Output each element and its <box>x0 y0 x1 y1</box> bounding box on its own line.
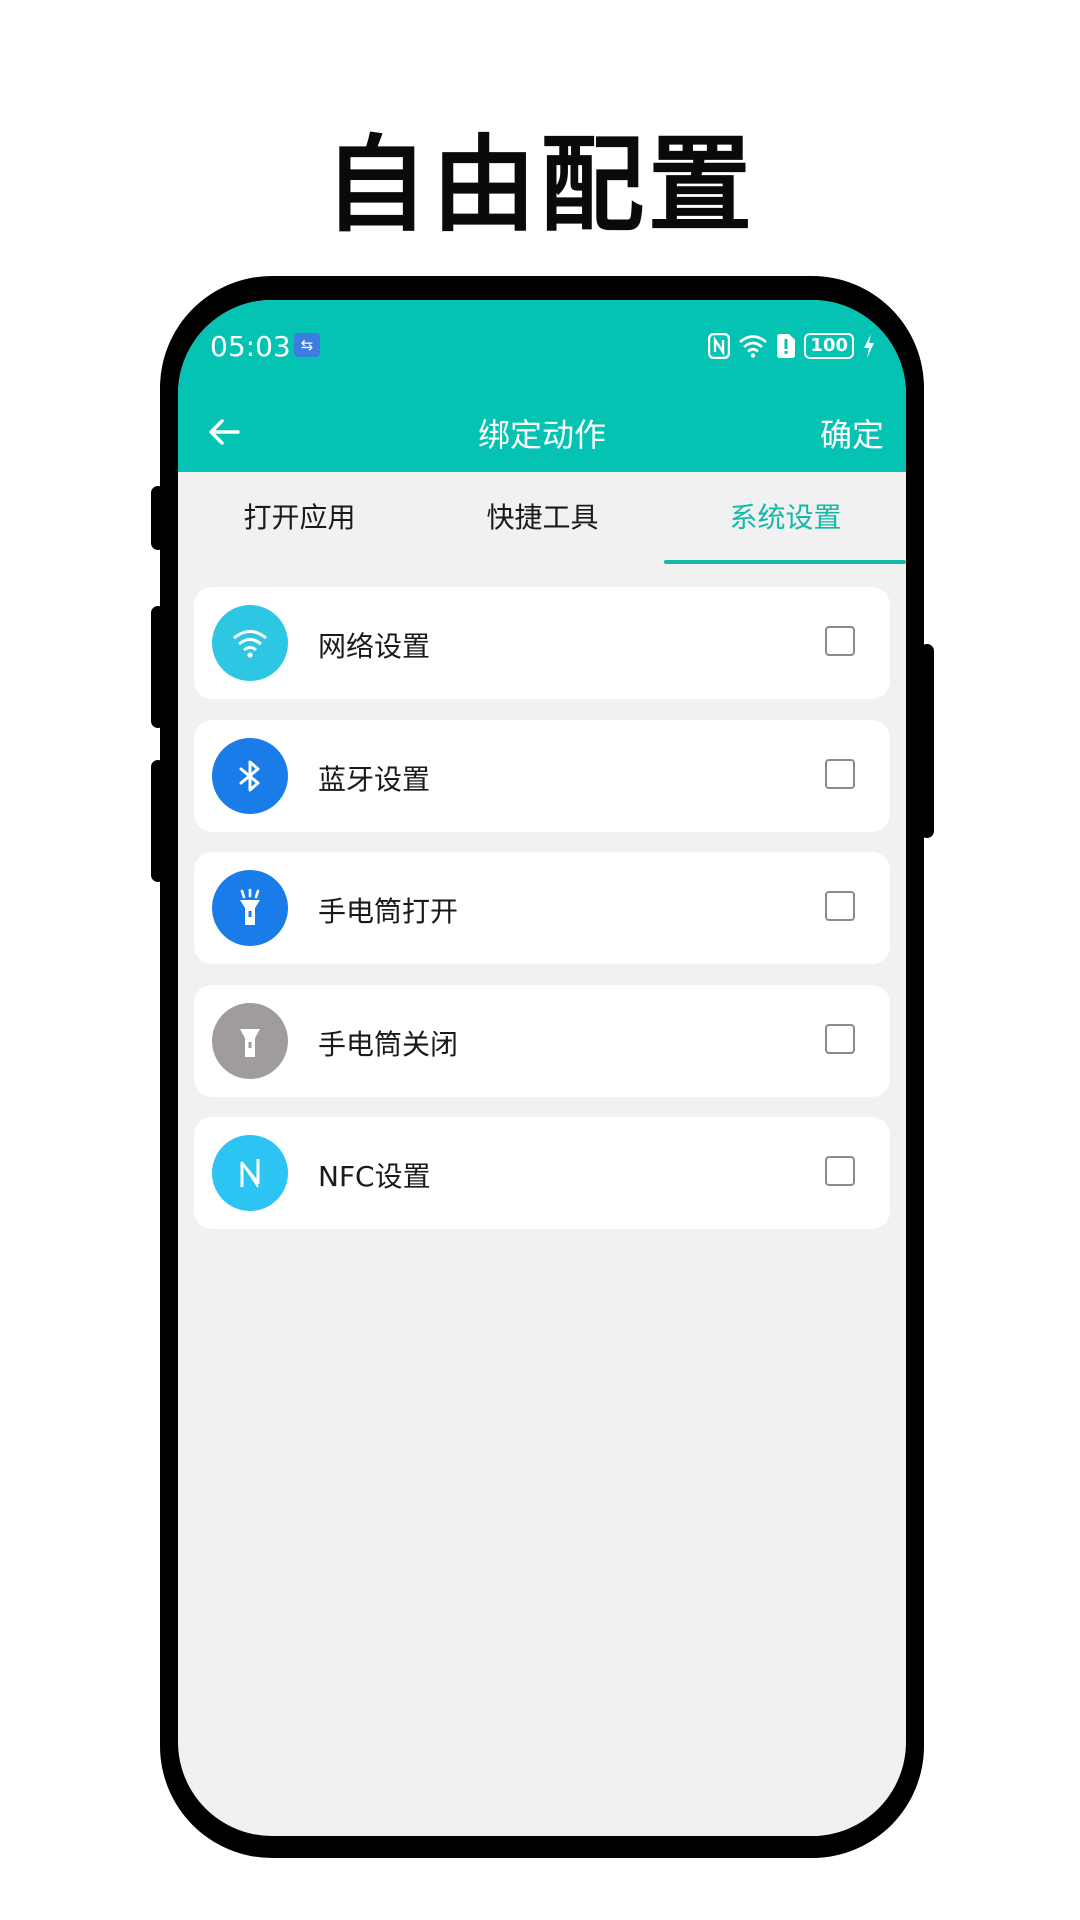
wifi-icon <box>212 605 288 681</box>
list-item-label: 手电筒关闭 <box>318 1028 459 1061</box>
battery-icon: 100 <box>804 333 854 359</box>
list-item-label: 手电筒打开 <box>318 895 459 928</box>
tab-bar: 打开应用 快捷工具 系统设置 <box>178 472 906 566</box>
status-bar: 05:03 ⇆ 100 <box>178 300 906 392</box>
page-headline: 自由配置 <box>323 124 756 246</box>
charging-icon <box>864 334 874 358</box>
tab-open-app[interactable]: 打开应用 <box>178 496 421 536</box>
header: 05:03 ⇆ 100 绑定动作 确定 <box>178 300 906 472</box>
flashlight-off-icon <box>212 1003 288 1079</box>
checkbox[interactable] <box>825 1024 855 1054</box>
list-item-flashlight-on[interactable]: 手电筒打开 <box>194 852 890 964</box>
list-item-label: NFC设置 <box>318 1160 431 1193</box>
usb-icon: ⇆ <box>294 333 320 357</box>
nfc-icon <box>212 1135 288 1211</box>
list-item-label: 蓝牙设置 <box>318 763 431 796</box>
tab-system-settings[interactable]: 系统设置 <box>664 496 906 536</box>
page-title: 绑定动作 <box>477 416 606 454</box>
checkbox[interactable] <box>825 1156 855 1186</box>
list-item-network-settings[interactable]: 网络设置 <box>194 587 890 699</box>
sim-alert-icon <box>777 334 796 358</box>
list-item-bluetooth-settings[interactable]: 蓝牙设置 <box>194 720 890 832</box>
wifi-status-icon <box>739 335 768 358</box>
list-item-nfc-settings[interactable]: NFC设置 <box>194 1117 890 1229</box>
status-icons: 100 <box>708 330 876 362</box>
checkbox[interactable] <box>825 891 855 921</box>
checkbox[interactable] <box>825 759 855 789</box>
list-item-label: 网络设置 <box>318 630 431 663</box>
list-item-flashlight-off[interactable]: 手电筒关闭 <box>194 985 890 1097</box>
app-bar: 绑定动作 确定 <box>178 392 906 472</box>
tab-indicator <box>664 560 906 564</box>
confirm-button[interactable]: 确定 <box>820 410 884 456</box>
bluetooth-icon <box>212 738 288 814</box>
checkbox[interactable] <box>825 626 855 656</box>
tab-quick-tools[interactable]: 快捷工具 <box>421 496 664 536</box>
nfc-status-icon <box>708 333 731 359</box>
phone-screen: 05:03 ⇆ 100 绑定动作 确定 打开应用 快捷工具 系统设置 网络设置 … <box>178 300 906 1836</box>
status-time: 05:03 <box>210 330 291 363</box>
flashlight-on-icon <box>212 870 288 946</box>
